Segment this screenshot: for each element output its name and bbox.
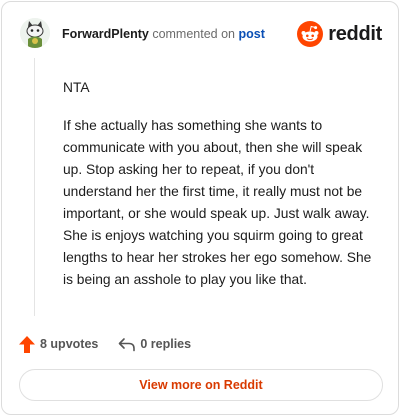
thread-line [34,58,35,316]
comment-body: NTA If she actually has something she wa… [63,77,383,307]
author-name[interactable]: ForwardPlenty [62,27,149,41]
replies-button[interactable]: 0 replies [118,337,191,352]
reddit-logo-icon [297,21,324,47]
post-link[interactable]: post [238,27,264,41]
reply-arrow-icon [119,337,136,351]
comment-embed-card: ForwardPlenty commented on post reddit N… [1,1,399,415]
upvote-button[interactable]: 8 upvotes [19,335,99,353]
comment-meta: ForwardPlenty commented on post [62,27,265,41]
upvote-count: 8 upvotes [40,337,99,351]
comment-actions: 8 upvotes 0 replies [19,334,191,354]
snoo-avatar-icon[interactable] [20,18,50,48]
comment-paragraph: NTA [63,80,90,95]
comment-header: ForwardPlenty commented on post reddit [18,18,382,50]
comment-paragraph: If she actually has something she wants … [63,118,372,287]
brand-wordmark: reddit [328,22,382,45]
upvote-arrow-icon [19,335,35,353]
action-text: commented on [152,27,235,41]
view-more-button[interactable]: View more on Reddit [19,369,383,401]
reply-count: 0 replies [140,337,192,351]
reddit-brand[interactable]: reddit [297,21,382,47]
